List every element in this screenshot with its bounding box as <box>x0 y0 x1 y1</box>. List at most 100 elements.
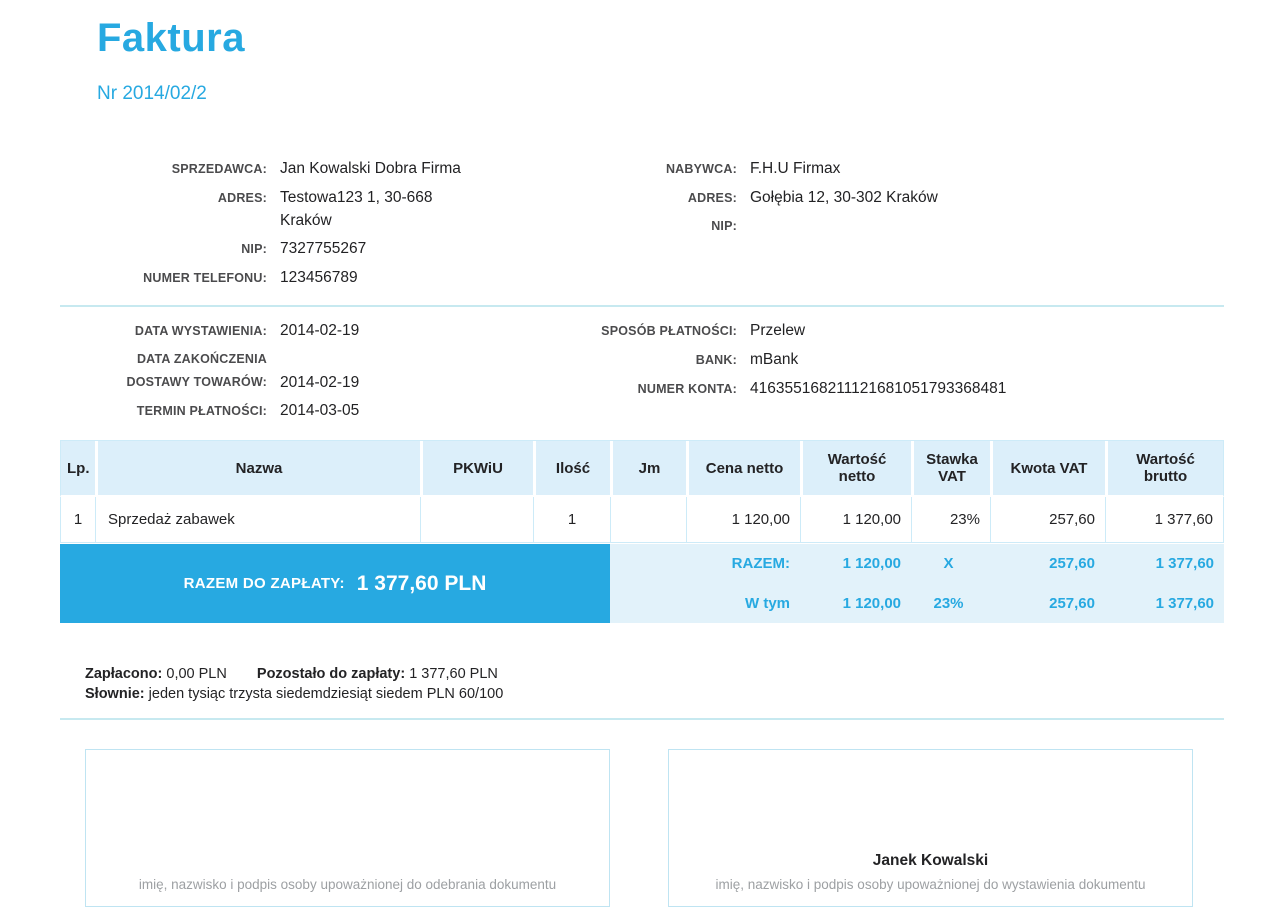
items-table-header: Lp. Nazwa PKWiU Ilość Jm Cena netto Wart… <box>60 441 1224 497</box>
seller-nip-row: NIP: 7327755267 <box>60 237 560 261</box>
total-due-box: RAZEM DO ZAPŁATY: 1 377,60 PLN <box>60 544 610 623</box>
payment-line-words: Słownie: jeden tysiąc trzysta siedemdzie… <box>85 685 1224 704</box>
account-number: 416355168211121681051793368481 <box>750 377 1006 400</box>
seller-name-row: SPRZEDAWCA: Jan Kowalski Dobra Firma <box>60 157 560 181</box>
issuer-signature-box: Janek Kowalski imię, nazwisko i podpis o… <box>668 749 1193 907</box>
buyer-name-row: NABYWCA: F.H.U Firmax <box>560 157 1224 181</box>
payment-method-label: SPOSÓB PŁATNOŚCI: <box>560 320 737 343</box>
account-label: NUMER KONTA: <box>560 378 737 401</box>
summary-breakdown-label: W tym <box>610 595 800 612</box>
item-lp: 1 <box>60 497 95 543</box>
seller-name: Jan Kowalski Dobra Firma <box>280 157 461 180</box>
invoice-page: Faktura Nr 2014/02/2 SPRZEDAWCA: Jan Kow… <box>0 14 1280 922</box>
due-date-label: TERMIN PŁATNOŚCI: <box>60 400 267 423</box>
col-ilosc: Ilość <box>533 441 610 497</box>
col-wartosc-netto: Wartość netto <box>800 441 911 497</box>
issuer-name: Janek Kowalski <box>873 852 988 870</box>
paid-value: 0,00 PLN <box>166 666 226 682</box>
item-net-value: 1 120,00 <box>800 497 911 543</box>
details-section: DATA WYSTAWIENIA: 2014-02-19 DATA ZAKOŃC… <box>60 319 1224 428</box>
in-words-value: jeden tysiąc trzysta siedemdziesiąt sied… <box>149 686 504 702</box>
item-unit <box>610 497 686 543</box>
issue-date-label: DATA WYSTAWIENIA: <box>60 320 267 343</box>
summary-breakdown-brutto: 1 377,60 <box>1105 595 1224 612</box>
payment-line-amounts: Zapłacono: 0,00 PLN Pozostało do zapłaty… <box>85 665 1224 684</box>
delivery-date-row: DATA ZAKOŃCZENIA DOSTAWY TOWARÓW: 2014-0… <box>60 348 560 394</box>
item-pkwiu <box>420 497 533 543</box>
receiver-signature-caption: imię, nazwisko i podpis osoby upoważnion… <box>139 877 556 892</box>
seller-phone: 123456789 <box>280 266 358 289</box>
due-date-row: TERMIN PŁATNOŚCI: 2014-03-05 <box>60 399 560 423</box>
col-cena-netto: Cena netto <box>686 441 800 497</box>
section-divider-bottom <box>60 718 1224 720</box>
summary-total-brutto: 1 377,60 <box>1105 555 1224 572</box>
bank-name: mBank <box>750 348 798 371</box>
issue-date-row: DATA WYSTAWIENIA: 2014-02-19 <box>60 319 560 343</box>
remaining-label: Pozostało do zapłaty: <box>257 666 405 682</box>
item-gross-value: 1 377,60 <box>1105 497 1224 543</box>
buyer-address-label: ADRES: <box>560 187 737 210</box>
col-nazwa: Nazwa <box>95 441 420 497</box>
buyer-address-row: ADRES: Gołębia 12, 30-302 Kraków <box>560 186 1224 210</box>
col-kwota-vat: Kwota VAT <box>990 441 1105 497</box>
col-pkwiu: PKWiU <box>420 441 533 497</box>
payment-status: Zapłacono: 0,00 PLN Pozostało do zapłaty… <box>85 665 1224 704</box>
due-date: 2014-03-05 <box>280 399 359 422</box>
summary-breakdown-vat: 257,60 <box>990 595 1105 612</box>
col-lp: Lp. <box>60 441 95 497</box>
seller-address: Testowa123 1, 30-668 Kraków <box>280 186 433 232</box>
payment-block: SPOSÓB PŁATNOŚCI: Przelew BANK: mBank NU… <box>560 319 1224 428</box>
buyer-nip-row: NIP: <box>560 215 1224 238</box>
col-wartosc-brutto: Wartość brutto <box>1105 441 1224 497</box>
total-due-amount: 1 377,60 PLN <box>357 572 487 596</box>
summary-total-vat: 257,60 <box>990 555 1105 572</box>
seller-address-label: ADRES: <box>60 187 267 210</box>
seller-nip-label: NIP: <box>60 238 267 261</box>
summary-row-total: RAZEM: 1 120,00 X 257,60 1 377,60 <box>610 544 1224 584</box>
delivery-date: 2014-02-19 <box>280 371 359 394</box>
summary-total-rate: X <box>911 555 990 572</box>
remaining-value: 1 377,60 PLN <box>409 666 498 682</box>
buyer-name: F.H.U Firmax <box>750 157 840 180</box>
total-due-label: RAZEM DO ZAPŁATY: <box>184 575 345 592</box>
col-jm: Jm <box>610 441 686 497</box>
bank-label: BANK: <box>560 349 737 372</box>
seller-address-row: ADRES: Testowa123 1, 30-668 Kraków <box>60 186 560 232</box>
summary-total-netto: 1 120,00 <box>800 555 911 572</box>
section-divider <box>60 305 1224 307</box>
summary-row-breakdown: W tym 1 120,00 23% 257,60 1 377,60 <box>610 584 1224 624</box>
in-words-label: Słownie: <box>85 686 145 702</box>
header-row: Lp. Nazwa PKWiU Ilość Jm Cena netto Wart… <box>60 441 1224 497</box>
buyer-label: NABYWCA: <box>560 158 737 181</box>
payment-method-row: SPOSÓB PŁATNOŚCI: Przelew <box>560 319 1224 343</box>
seller-block: SPRZEDAWCA: Jan Kowalski Dobra Firma ADR… <box>60 157 560 295</box>
issuer-signature-caption: imię, nazwisko i podpis osoby upoważnion… <box>716 877 1146 892</box>
col-stawka-vat: Stawka VAT <box>911 441 990 497</box>
buyer-block: NABYWCA: F.H.U Firmax ADRES: Gołębia 12,… <box>560 157 1224 295</box>
summary-total-label: RAZEM: <box>610 555 800 572</box>
seller-label: SPRZEDAWCA: <box>60 158 267 181</box>
seller-phone-row: NUMER TELEFONU: 123456789 <box>60 266 560 290</box>
summary-breakdown-rate: 23% <box>911 595 990 612</box>
summary-band: RAZEM DO ZAPŁATY: 1 377,60 PLN RAZEM: 1 … <box>60 544 1224 623</box>
item-name: Sprzedaż zabawek <box>95 497 420 543</box>
paid-label: Zapłacono: <box>85 666 162 682</box>
item-net-price: 1 120,00 <box>686 497 800 543</box>
receiver-signature-box: imię, nazwisko i podpis osoby upoważnion… <box>85 749 610 907</box>
item-qty: 1 <box>533 497 610 543</box>
page-title: Faktura <box>97 14 1224 62</box>
signatures-section: imię, nazwisko i podpis osoby upoważnion… <box>60 749 1224 907</box>
items-table: Lp. Nazwa PKWiU Ilość Jm Cena netto Wart… <box>60 440 1224 544</box>
item-vat-amount: 257,60 <box>990 497 1105 543</box>
seller-phone-label: NUMER TELEFONU: <box>60 267 267 290</box>
summary-breakdown-netto: 1 120,00 <box>800 595 911 612</box>
table-row: 1 Sprzedaż zabawek 1 1 120,00 1 120,00 2… <box>60 497 1224 543</box>
account-row: NUMER KONTA: 416355168211121681051793368… <box>560 377 1224 401</box>
buyer-nip-label: NIP: <box>560 215 737 238</box>
invoice-content: Faktura Nr 2014/02/2 SPRZEDAWCA: Jan Kow… <box>60 14 1224 907</box>
dates-block: DATA WYSTAWIENIA: 2014-02-19 DATA ZAKOŃC… <box>60 319 560 428</box>
buyer-address: Gołębia 12, 30-302 Kraków <box>750 186 938 209</box>
bank-row: BANK: mBank <box>560 348 1224 372</box>
issue-date: 2014-02-19 <box>280 319 359 342</box>
payment-method: Przelew <box>750 319 805 342</box>
